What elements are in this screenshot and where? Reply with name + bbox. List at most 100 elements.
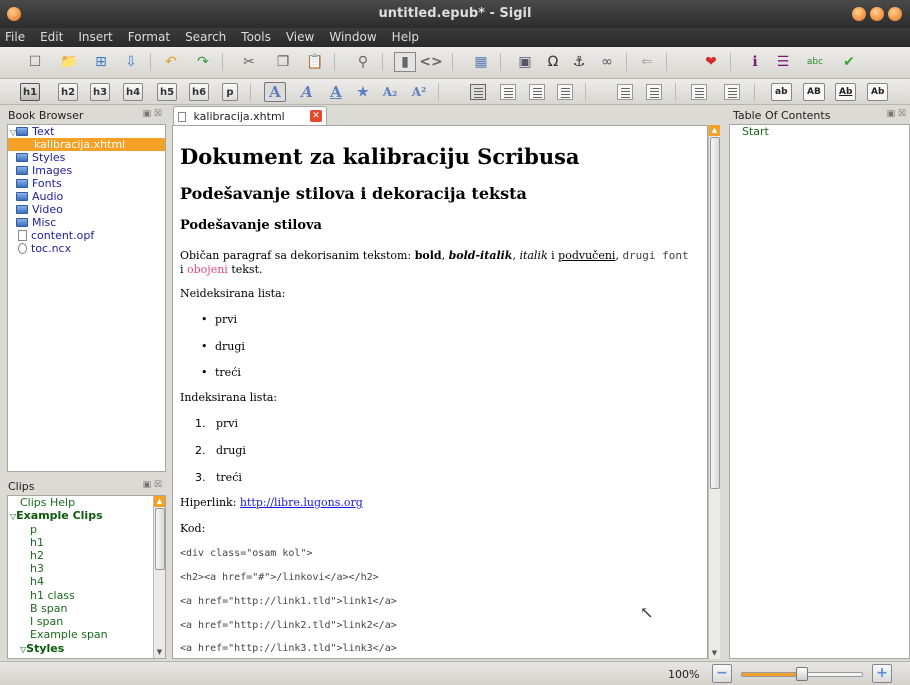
decrease-indent-icon[interactable]	[691, 84, 707, 100]
menu-insert[interactable]: Insert	[70, 28, 119, 44]
menu-help[interactable]: Help	[384, 28, 426, 44]
titlecase-button[interactable]: Ab	[835, 83, 857, 101]
heading-h3-button[interactable]: h3	[90, 83, 110, 101]
toc-item-start[interactable]: Start	[742, 125, 769, 138]
panel-float-close-icon[interactable]: ▣ ☒	[887, 109, 906, 119]
zoom-slider-handle[interactable]	[796, 667, 808, 681]
new-file-icon[interactable]: ☐	[24, 52, 46, 72]
book-item-fonts[interactable]: Fonts	[16, 177, 62, 190]
find-icon[interactable]: ⚲	[352, 52, 374, 72]
back-arrow-icon[interactable]: ⇐	[636, 52, 658, 72]
clips-scrollbar[interactable]: ▲ ▼	[153, 496, 165, 658]
heading-h1-button[interactable]: h1	[20, 83, 40, 101]
link-icon[interactable]: ∞	[596, 52, 618, 72]
doc-hyperlink[interactable]: http://libre.lugons.org	[240, 496, 363, 509]
menu-edit[interactable]: Edit	[32, 28, 70, 44]
minimize-button[interactable]	[852, 7, 866, 21]
scroll-down-icon[interactable]: ▼	[154, 647, 165, 658]
menu-search[interactable]: Search	[177, 28, 233, 44]
panel-float-close-icon[interactable]: ▣ ☒	[143, 109, 162, 119]
paragraph-button[interactable]: p	[222, 83, 238, 101]
book-item-content-opf[interactable]: content.opf	[18, 229, 94, 242]
book-item-audio[interactable]: Audio	[16, 190, 63, 203]
paste-icon[interactable]: 📋	[304, 52, 326, 72]
numbered-list-icon[interactable]	[646, 84, 662, 100]
omega-icon[interactable]: Ω	[542, 52, 564, 72]
anchor-icon[interactable]: ⚓	[568, 52, 590, 72]
menu-tools[interactable]: Tools	[233, 28, 278, 44]
book-view-document[interactable]: Dokument za kalibraciju Scribusa Podešav…	[172, 125, 708, 659]
close-window-button[interactable]	[888, 7, 902, 21]
menu-view[interactable]: View	[278, 28, 321, 44]
spellcheck-icon[interactable]: abc	[804, 52, 826, 72]
toc-editor-icon[interactable]: ☰	[772, 52, 794, 72]
panel-float-close-icon[interactable]: ▣ ☒	[143, 480, 162, 490]
scroll-thumb[interactable]	[710, 137, 720, 489]
metadata-icon[interactable]: ℹ	[744, 52, 766, 72]
scroll-thumb[interactable]	[155, 508, 165, 570]
clip-item[interactable]: h1 class	[30, 589, 75, 602]
align-center-icon[interactable]	[500, 84, 516, 100]
zoom-in-button[interactable]: +	[872, 664, 892, 683]
save-icon[interactable]: ⇩	[120, 52, 142, 72]
zoom-out-button[interactable]: −	[712, 664, 732, 683]
bullet-list-icon[interactable]	[617, 84, 633, 100]
add-file-icon[interactable]: ⊞	[90, 52, 112, 72]
scroll-up-icon[interactable]: ▲	[154, 496, 165, 507]
open-folder-icon[interactable]: 📁	[58, 52, 80, 72]
menu-file[interactable]: File	[0, 28, 32, 44]
book-item-toc-ncx[interactable]: toc.ncx	[18, 242, 71, 255]
editor-scrollbar[interactable]: ▲ ▼	[708, 125, 720, 659]
clip-item[interactable]: h1	[30, 536, 44, 549]
lowercase-button[interactable]: ab	[771, 83, 792, 101]
cut-icon[interactable]: ✂	[238, 52, 260, 72]
subscript-icon[interactable]: A₂	[379, 82, 401, 102]
maximize-button[interactable]	[870, 7, 884, 21]
align-left-icon[interactable]	[470, 84, 486, 100]
align-right-icon[interactable]	[529, 84, 545, 100]
clip-item[interactable]: I span	[30, 615, 63, 628]
strikethrough-icon[interactable]: ★	[352, 82, 374, 102]
validate-check-icon[interactable]: ✔	[838, 52, 860, 72]
clip-item[interactable]: h4	[30, 575, 44, 588]
underline-icon[interactable]: A	[325, 82, 347, 102]
book-item-video[interactable]: Video	[16, 203, 63, 216]
book-view-icon[interactable]: ▮	[394, 52, 416, 72]
close-tab-icon[interactable]: ✕	[310, 110, 322, 122]
copy-icon[interactable]: ❐	[272, 52, 294, 72]
heading-h2-button[interactable]: h2	[58, 83, 78, 101]
superscript-icon[interactable]: A²	[408, 82, 430, 102]
tab-kalibracija[interactable]: kalibracija.xhtml ✕	[173, 106, 327, 125]
uppercase-button[interactable]: AB	[803, 83, 825, 101]
menu-window[interactable]: Window	[321, 28, 383, 44]
book-item-styles[interactable]: Styles	[16, 151, 65, 164]
clip-item[interactable]: Clips Help	[20, 496, 75, 509]
heading-h6-button[interactable]: h6	[189, 83, 209, 101]
book-item-kalibracija[interactable]: kalibracija.xhtml	[8, 138, 165, 151]
redo-icon[interactable]: ↷	[192, 52, 214, 72]
heading-h4-button[interactable]: h4	[123, 83, 143, 101]
scroll-down-icon[interactable]: ▼	[709, 648, 720, 659]
menu-format[interactable]: Format	[120, 28, 177, 44]
book-item-misc[interactable]: Misc	[16, 216, 56, 229]
scroll-up-icon[interactable]: ▲	[709, 125, 720, 136]
undo-icon[interactable]: ↶	[160, 52, 182, 72]
book-item-text[interactable]: ▽ Text	[10, 125, 54, 138]
clip-item[interactable]: p	[30, 523, 37, 536]
heading-h5-button[interactable]: h5	[157, 83, 177, 101]
insert-image-icon[interactable]: ▣	[514, 52, 536, 72]
code-view-icon[interactable]: <>	[419, 52, 442, 72]
italic-icon[interactable]: A	[296, 82, 318, 102]
clip-item[interactable]: Example span	[30, 628, 108, 641]
align-justify-icon[interactable]	[557, 84, 573, 100]
capitalize-button[interactable]: Ab	[867, 83, 889, 101]
split-icon[interactable]: ▦	[470, 52, 492, 72]
clip-item[interactable]: B span	[30, 602, 67, 615]
increase-indent-icon[interactable]	[724, 84, 740, 100]
clip-item[interactable]: h3	[30, 562, 44, 575]
clip-item[interactable]: h2	[30, 549, 44, 562]
book-item-images[interactable]: Images	[16, 164, 72, 177]
bold-icon[interactable]: A	[264, 82, 286, 102]
clip-group[interactable]: ▽Styles	[20, 642, 64, 655]
heart-icon[interactable]: ❤	[700, 52, 722, 72]
